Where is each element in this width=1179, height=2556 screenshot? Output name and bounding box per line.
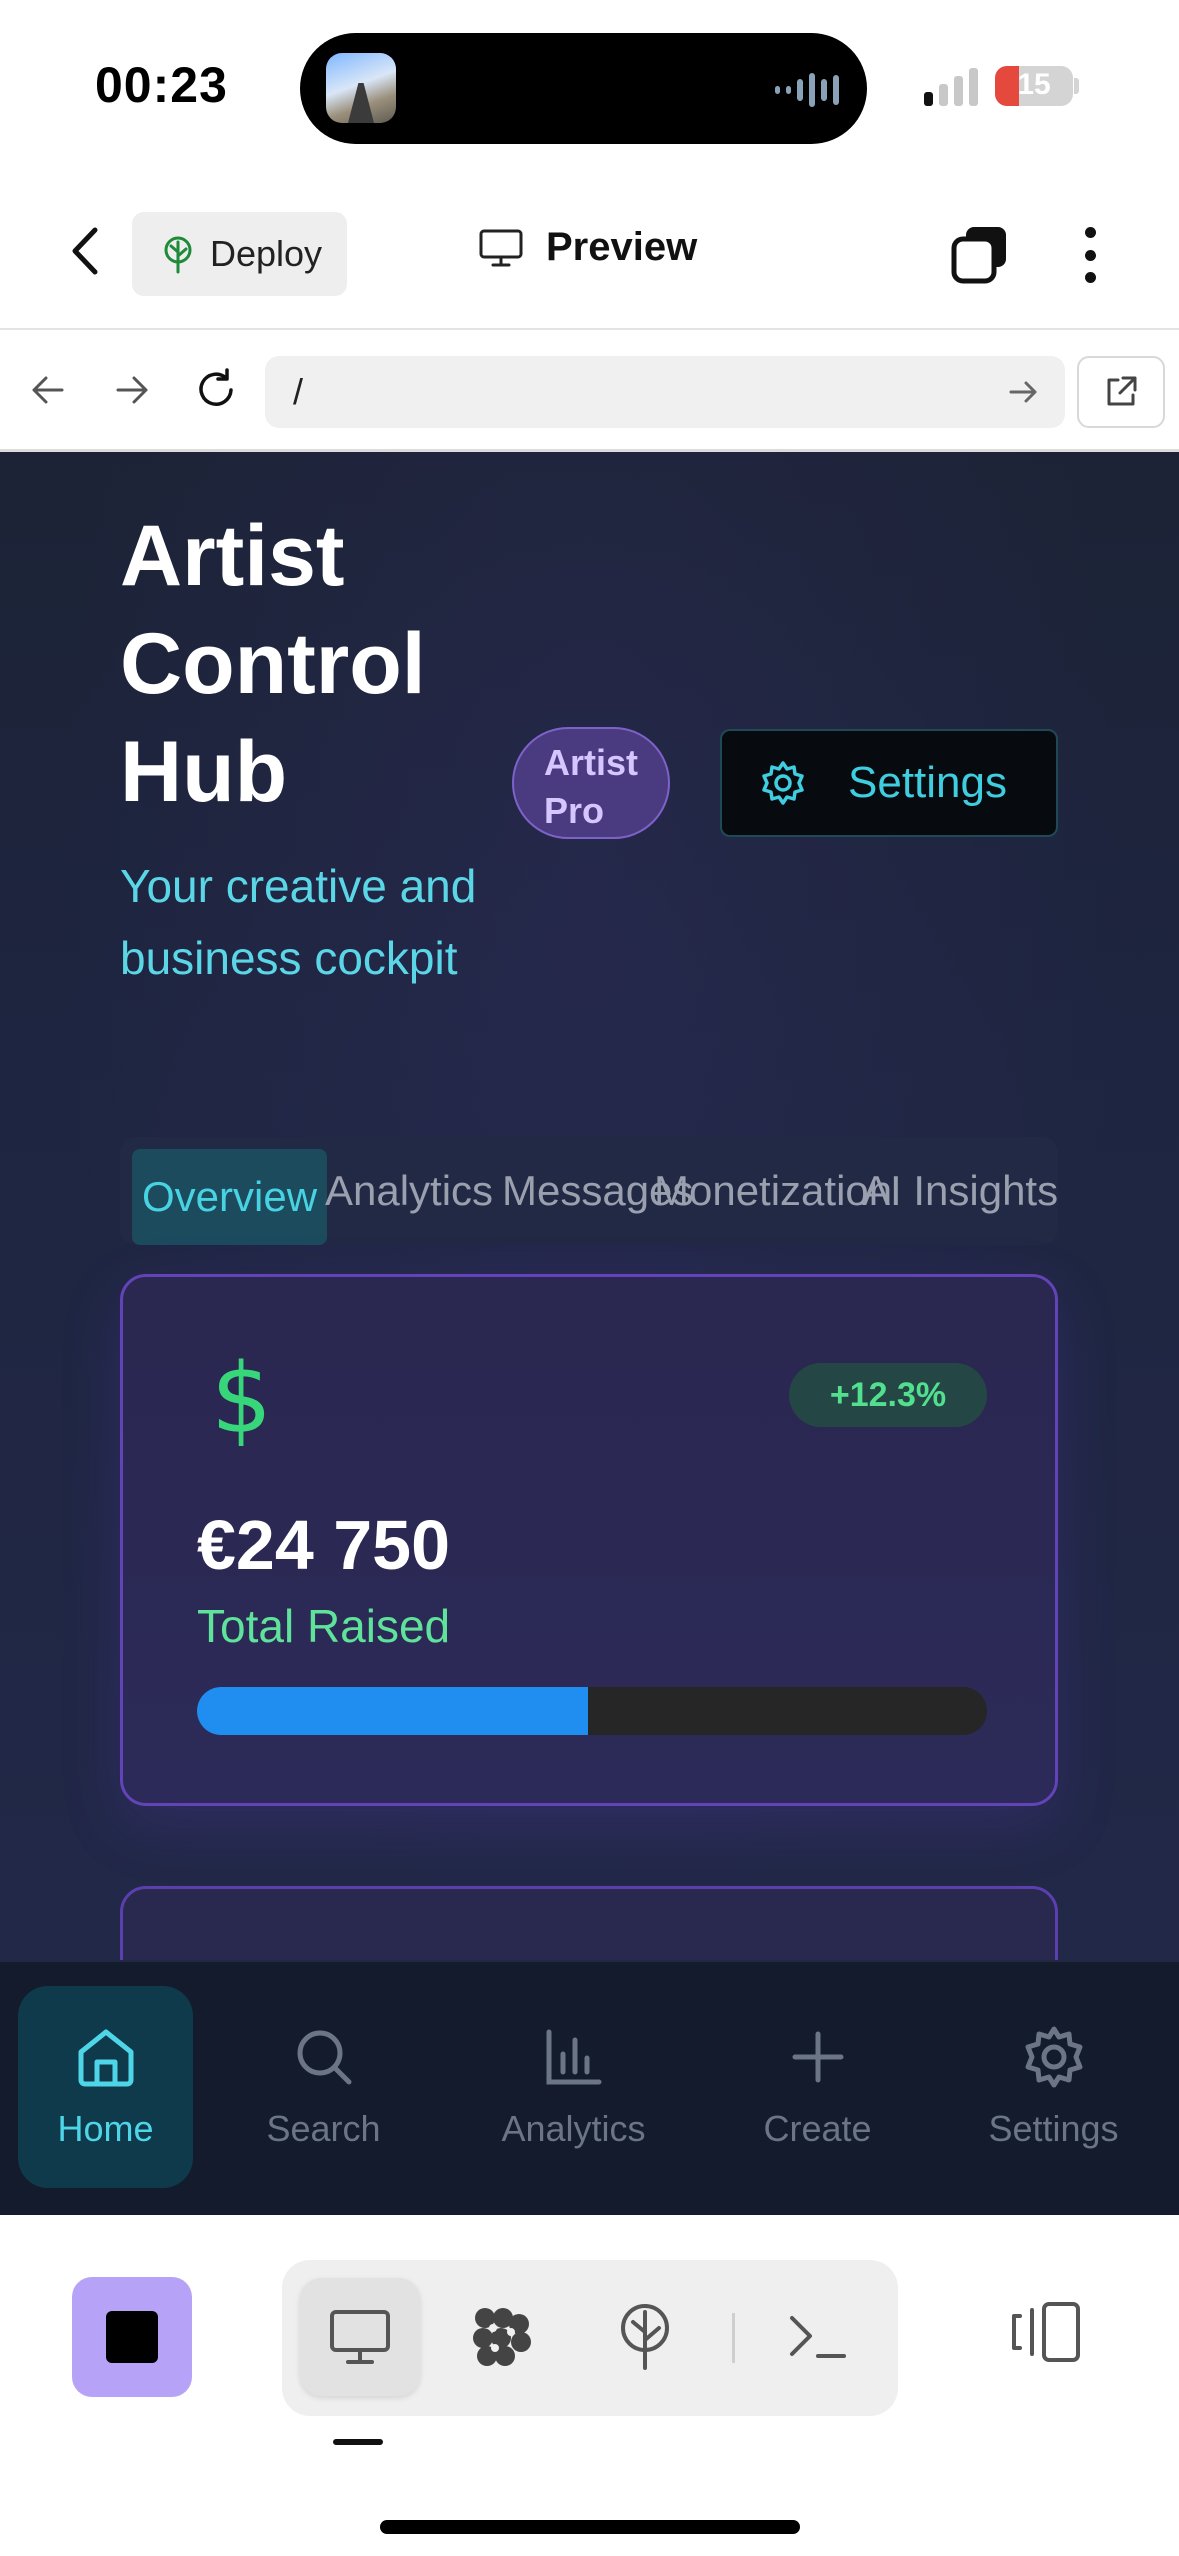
- stop-button[interactable]: [72, 2277, 192, 2397]
- tab-overview[interactable]: Overview: [132, 1149, 328, 1245]
- battery-icon: 15: [995, 66, 1073, 106]
- dynamic-island[interactable]: [300, 33, 867, 144]
- blocks-icon: [473, 2308, 531, 2366]
- deploy-view-button[interactable]: [585, 2278, 705, 2396]
- url-input[interactable]: /: [265, 356, 1065, 428]
- active-view-indicator: [333, 2439, 383, 2445]
- editor-toolbar: Deploy Preview: [0, 175, 1179, 330]
- progress-fill: [197, 1687, 589, 1735]
- dot: [1084, 227, 1096, 238]
- bar-chart-icon: [546, 2029, 601, 2085]
- home-indicator: [380, 2520, 800, 2534]
- plus-icon: [792, 2031, 843, 2083]
- console-view-button[interactable]: [758, 2278, 878, 2396]
- dot: [1084, 272, 1096, 283]
- title-line: Hub: [120, 724, 288, 820]
- layout-toggle-button[interactable]: [1010, 2300, 1084, 2369]
- home-icon: [78, 2029, 133, 2087]
- preview-view-button[interactable]: [300, 2278, 420, 2396]
- battery-level: 15: [1017, 68, 1051, 101]
- settings-label: Settings: [848, 758, 1007, 807]
- nav-home[interactable]: Home: [18, 1986, 193, 2188]
- go-arrow-icon[interactable]: [1001, 370, 1045, 414]
- progress-bar: [197, 1687, 987, 1735]
- title-line: Control: [120, 616, 426, 712]
- bottom-nav: Home Search Analytics Create Settings: [0, 1960, 1179, 2215]
- reload-icon: [199, 368, 233, 406]
- stop-icon: [106, 2311, 158, 2363]
- more-options-button[interactable]: [1070, 223, 1110, 287]
- deploy-tree-icon: [621, 2304, 669, 2370]
- nav-label: Search: [266, 2108, 381, 2149]
- nav-search[interactable]: Search: [236, 1986, 411, 2188]
- preview-label: Preview: [546, 225, 698, 269]
- live-activity-app-icon: [326, 53, 396, 123]
- status-time: 00:23: [95, 57, 228, 113]
- open-external-button[interactable]: [1077, 356, 1165, 428]
- tabs-button[interactable]: [948, 223, 1012, 287]
- cellular-signal-icon: [924, 68, 978, 106]
- stat-label: Total Raised: [197, 1600, 451, 1652]
- reload-button[interactable]: [186, 360, 246, 420]
- nav-label: Home: [57, 2108, 154, 2149]
- url-text: /: [293, 371, 304, 412]
- total-raised-card[interactable]: $ +12.3% €24 750 Total Raised: [120, 1274, 1058, 1806]
- section-tabs: Overview Analytics Messages Monetization…: [120, 1137, 1058, 1245]
- arrow-left-icon: [32, 376, 64, 404]
- view-switcher: [282, 2260, 898, 2416]
- title-line: Artist: [120, 508, 345, 604]
- stat-amount: €24 750: [197, 1506, 451, 1584]
- gear-icon: [762, 761, 804, 805]
- preview-title[interactable]: Preview: [478, 225, 697, 270]
- app-preview: Artist Control Hub Your creative and bus…: [0, 452, 1179, 1960]
- tab-ai-insights[interactable]: AI Insights: [862, 1137, 1058, 1245]
- code-view-button[interactable]: [442, 2278, 562, 2396]
- nav-analytics[interactable]: Analytics: [486, 1986, 661, 2188]
- audio-wave-icon: [775, 73, 839, 107]
- browser-back-button[interactable]: [18, 360, 78, 420]
- plan-badge: Artist Pro: [512, 727, 670, 839]
- terminal-icon: [790, 2316, 846, 2358]
- layers-icon: [951, 227, 1006, 284]
- dot: [1084, 249, 1096, 261]
- panel-toggle-icon: [1012, 2302, 1080, 2362]
- monitor-icon: [479, 229, 523, 266]
- external-link-icon: [1107, 376, 1137, 406]
- tab-analytics[interactable]: Analytics: [325, 1137, 493, 1245]
- stat-card-partial[interactable]: [120, 1886, 1058, 1960]
- tab-monetization[interactable]: Monetization: [654, 1137, 892, 1245]
- monitor-icon: [330, 2310, 390, 2364]
- browser-bar: /: [0, 330, 1179, 452]
- settings-button[interactable]: Settings: [720, 729, 1058, 837]
- battery-tip: [1074, 78, 1079, 94]
- back-button[interactable]: [58, 223, 114, 279]
- deploy-tree-icon: [164, 236, 192, 274]
- nav-label: Analytics: [501, 2108, 646, 2149]
- nav-create[interactable]: Create: [730, 1986, 905, 2188]
- nav-settings[interactable]: Settings: [966, 1986, 1141, 2188]
- chevron-left-icon: [72, 227, 98, 275]
- dollar-icon: $: [211, 1343, 273, 1455]
- nav-label: Settings: [988, 2108, 1119, 2149]
- deploy-label: Deploy: [210, 233, 323, 274]
- deploy-button[interactable]: Deploy: [132, 212, 347, 296]
- status-bar: 00:23 15: [0, 0, 1179, 175]
- change-badge: +12.3%: [789, 1363, 987, 1427]
- page-subtitle: Your creative and business cockpit: [120, 860, 477, 984]
- search-icon: [297, 2030, 351, 2085]
- divider: [732, 2313, 735, 2363]
- editor-bottom-bar: [0, 2215, 1179, 2556]
- arrow-right-icon: [116, 376, 148, 404]
- gear-icon: [1025, 2026, 1082, 2088]
- page-title: Artist Control Hub: [120, 502, 540, 826]
- nav-label: Create: [763, 2108, 872, 2149]
- browser-forward-button[interactable]: [102, 360, 162, 420]
